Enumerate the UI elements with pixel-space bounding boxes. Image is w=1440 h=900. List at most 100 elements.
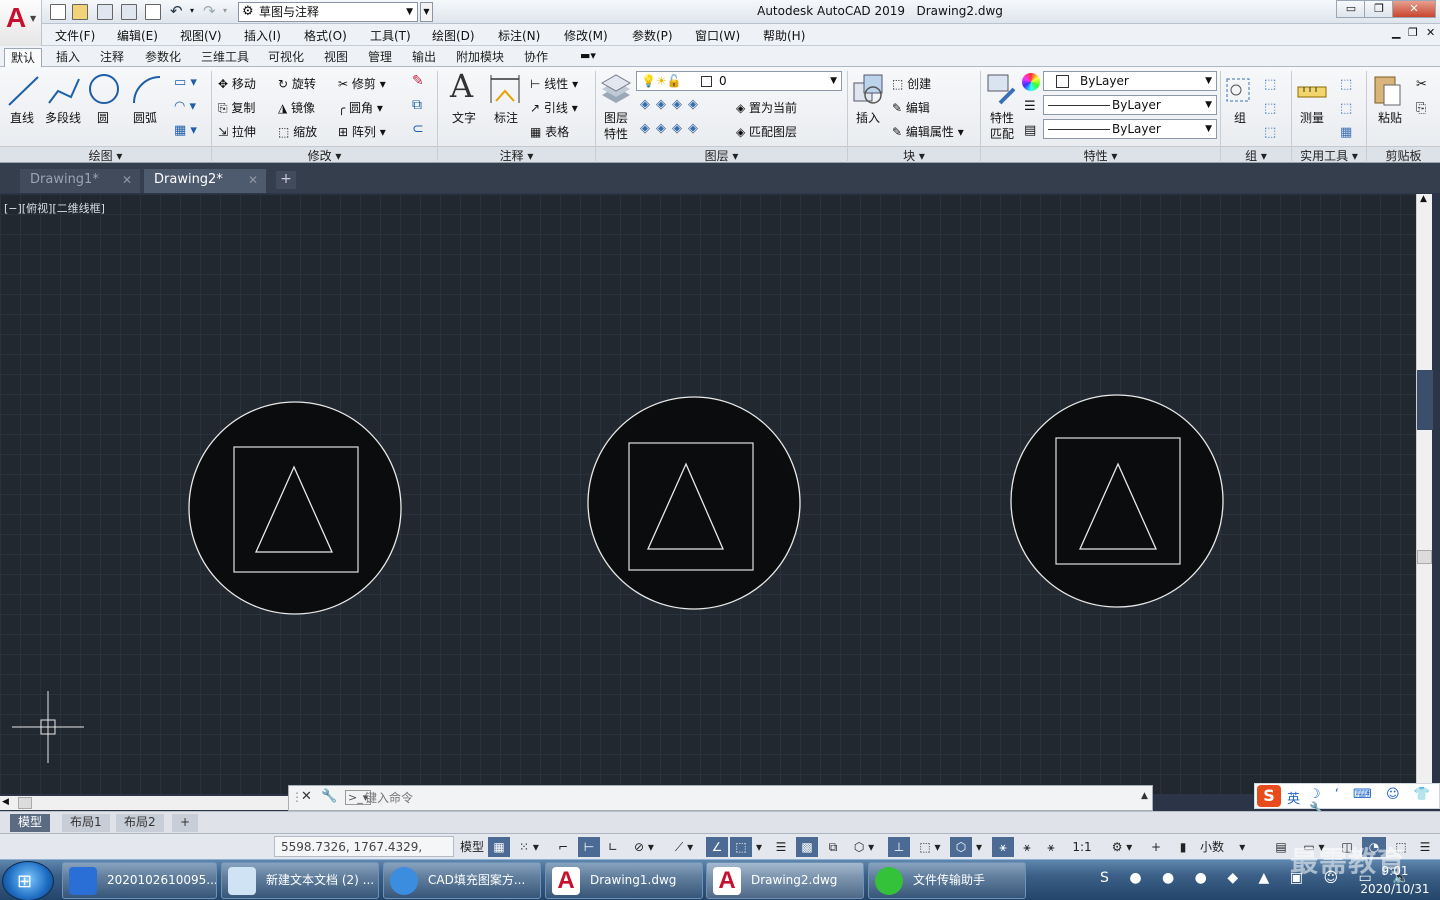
doc-tab-drawing1[interactable]: Drawing1* ✕ bbox=[20, 169, 140, 193]
layer-combo[interactable]: 💡☀🔓 0 ▼ bbox=[636, 71, 842, 91]
close-icon[interactable]: ✕ bbox=[248, 169, 258, 191]
layer-properties-label-1[interactable]: 图层 bbox=[604, 109, 628, 126]
tab-parametric[interactable]: 参数化 bbox=[139, 48, 187, 67]
trim-button[interactable]: ✂ 修剪 ▾ bbox=[338, 75, 386, 92]
tab-view[interactable]: 视图 bbox=[318, 48, 354, 67]
menu-window[interactable]: 窗口(W) bbox=[695, 27, 740, 44]
menu-edit[interactable]: 编辑(E) bbox=[117, 27, 158, 44]
auto-scale-icon[interactable]: ⚹ bbox=[1016, 837, 1038, 857]
selection-cycling-icon[interactable]: ⧉ bbox=[822, 837, 844, 857]
edit-attributes-button[interactable]: ✎ 编辑属性 ▾ bbox=[892, 123, 964, 140]
measure-button[interactable]: 测量 bbox=[1300, 109, 1324, 126]
layer-tools-row1-icon[interactable]: ◈◈◈◈ bbox=[640, 97, 704, 112]
taskbar-item-notepad[interactable]: 新建文本文档 (2) ... bbox=[221, 862, 379, 899]
ortho-icon[interactable]: ∟ bbox=[602, 837, 624, 857]
color-combo[interactable]: ByLayer ▼ bbox=[1043, 71, 1217, 91]
scroll-thumb[interactable] bbox=[1417, 550, 1432, 564]
close-icon[interactable]: ✕ bbox=[301, 789, 312, 804]
scroll-left-icon[interactable]: ◀ bbox=[2, 797, 9, 807]
object-snap-tracking-icon[interactable]: ∠ bbox=[706, 837, 728, 857]
model-space-button[interactable]: 模型 bbox=[458, 837, 486, 857]
arc-button[interactable]: 圆弧 bbox=[133, 109, 157, 126]
layer-tools-row2-icon[interactable]: ◈◈◈◈ bbox=[640, 121, 704, 136]
rotate-button[interactable]: ↻ 旋转 bbox=[278, 75, 316, 92]
transparency-icon[interactable]: ▩ bbox=[796, 837, 818, 857]
panel-layers-title[interactable]: 图层 ▾ bbox=[596, 146, 847, 163]
lineweight-combo[interactable]: ByLayer ▼ bbox=[1043, 119, 1217, 139]
group-tools-icon[interactable]: ⬚ ⬚ ⬚ bbox=[1264, 73, 1276, 145]
panel-clipboard-title[interactable]: 剪贴板 bbox=[1367, 146, 1440, 163]
doc-tab-drawing2[interactable]: Drawing2* ✕ bbox=[144, 169, 266, 193]
figure-1[interactable] bbox=[188, 401, 402, 615]
offset-icon[interactable]: ⊂ bbox=[412, 121, 424, 137]
ribbon-minimize-icon[interactable]: ▬▾ bbox=[580, 49, 596, 62]
tab-insert[interactable]: 插入 bbox=[50, 48, 86, 67]
group-button[interactable]: 组 bbox=[1234, 109, 1246, 126]
utility-tools-icon[interactable]: ⬚ ⬚ ▦ bbox=[1340, 73, 1352, 145]
menu-modify[interactable]: 修改(M) bbox=[564, 27, 608, 44]
lineweight-icon[interactable]: ▤ bbox=[1024, 123, 1036, 138]
menu-view[interactable]: 视图(V) bbox=[180, 27, 222, 44]
tab-home[interactable]: 默认 bbox=[4, 48, 43, 67]
menu-file[interactable]: 文件(F) bbox=[55, 27, 95, 44]
tab-3d-tools[interactable]: 三维工具 bbox=[195, 48, 255, 67]
panel-block-title[interactable]: 块 ▾ bbox=[848, 146, 980, 163]
doc-close-icon[interactable]: ✕ bbox=[1426, 26, 1435, 39]
ime-language[interactable]: 英 bbox=[1287, 788, 1300, 807]
move-button[interactable]: ✥ 移动 bbox=[218, 75, 256, 92]
tab-manage[interactable]: 管理 bbox=[362, 48, 398, 67]
add-layout-plus-icon[interactable]: + bbox=[172, 814, 199, 832]
selection-filter-icon[interactable]: ⬚ ▾ bbox=[912, 837, 948, 857]
rectangle-icon[interactable]: ▭ ▾ bbox=[174, 75, 197, 90]
menu-parametric[interactable]: 参数(P) bbox=[632, 27, 673, 44]
linetype-combo[interactable]: ByLayer ▼ bbox=[1043, 95, 1217, 115]
panel-draw-title[interactable]: 绘图 ▾ bbox=[0, 146, 211, 163]
grid-icon[interactable]: ▦ bbox=[488, 837, 510, 857]
tab-annotate[interactable]: 注释 bbox=[94, 48, 130, 67]
insert-button[interactable]: 插入 bbox=[856, 109, 880, 126]
taskbar-item-wps[interactable]: 2020102610095... bbox=[62, 862, 217, 899]
tab-visualize[interactable]: 可视化 bbox=[262, 48, 310, 67]
text-button[interactable]: 文字 bbox=[452, 109, 476, 126]
doc-minimize-icon[interactable]: ▁ bbox=[1392, 26, 1400, 39]
taskbar-item-ie[interactable]: CAD填充图案方... bbox=[383, 862, 541, 899]
menu-tools[interactable]: 工具(T) bbox=[370, 27, 411, 44]
menu-dimension[interactable]: 标注(N) bbox=[498, 27, 540, 44]
table-button[interactable]: ▦ 表格 bbox=[530, 123, 569, 140]
command-input[interactable] bbox=[365, 789, 1095, 807]
gizmo-icon[interactable]: ⬡ bbox=[950, 837, 972, 857]
match-properties-label-2[interactable]: 匹配 bbox=[990, 125, 1014, 142]
units-combo[interactable]: 小数 ▾ bbox=[1196, 837, 1266, 857]
restore-button[interactable]: ❐ bbox=[1364, 0, 1394, 18]
3d-osnap-icon[interactable]: ⬡ ▾ bbox=[846, 837, 882, 857]
match-properties-label-1[interactable]: 特性 bbox=[990, 109, 1014, 126]
cut-copy-icon[interactable]: ✂ ⎘ bbox=[1416, 73, 1427, 121]
polar-tracking-icon[interactable]: ⊘ ▾ bbox=[626, 837, 662, 857]
explode-icon[interactable]: ⧉ bbox=[412, 97, 422, 113]
annotation-monitor-icon[interactable]: + bbox=[1144, 837, 1168, 857]
circle-button[interactable]: 圆 bbox=[97, 109, 109, 126]
drawing-canvas[interactable]: [−][俯视][二维线框] bbox=[0, 194, 1416, 794]
fillet-button[interactable]: ╭ 圆角 ▾ bbox=[338, 99, 383, 116]
ime-toolbar[interactable]: S 英 ☽ ʻ ⌨ ☺ 👕 🔧 bbox=[1254, 783, 1440, 817]
annotation-scale-value[interactable]: 1:1 bbox=[1064, 837, 1100, 857]
scroll-thumb[interactable] bbox=[18, 797, 32, 809]
doc-restore-icon[interactable]: ❐ bbox=[1408, 26, 1418, 39]
array-button[interactable]: ⊞ 阵列 ▾ bbox=[338, 123, 386, 140]
gizmo-dropdown-icon[interactable]: ▾ bbox=[972, 837, 986, 857]
taskbar-item-drawing1[interactable]: A Drawing1.dwg bbox=[545, 862, 703, 899]
dynamic-input-icon[interactable]: ⊢ bbox=[578, 837, 600, 857]
quick-properties-icon[interactable]: ▤ bbox=[1270, 837, 1292, 857]
panel-annotation-title[interactable]: 注释 ▾ bbox=[438, 146, 595, 163]
start-button[interactable]: ⊞ bbox=[2, 861, 54, 900]
tab-output[interactable]: 输出 bbox=[406, 48, 442, 67]
edit-block-button[interactable]: ✎ 编辑 bbox=[892, 99, 930, 116]
line-button[interactable]: 直线 bbox=[10, 109, 34, 126]
panel-modify-title[interactable]: 修改 ▾ bbox=[212, 146, 437, 163]
minimize-button[interactable]: ▭ bbox=[1336, 0, 1366, 18]
mirror-button[interactable]: ◮ 镜像 bbox=[278, 99, 315, 116]
application-menu-button[interactable]: A ▼ bbox=[0, 0, 42, 46]
menu-help[interactable]: 帮助(H) bbox=[763, 27, 805, 44]
paste-button[interactable]: 粘贴 bbox=[1378, 109, 1402, 126]
object-snap-dropdown-icon[interactable]: ▾ bbox=[752, 837, 766, 857]
